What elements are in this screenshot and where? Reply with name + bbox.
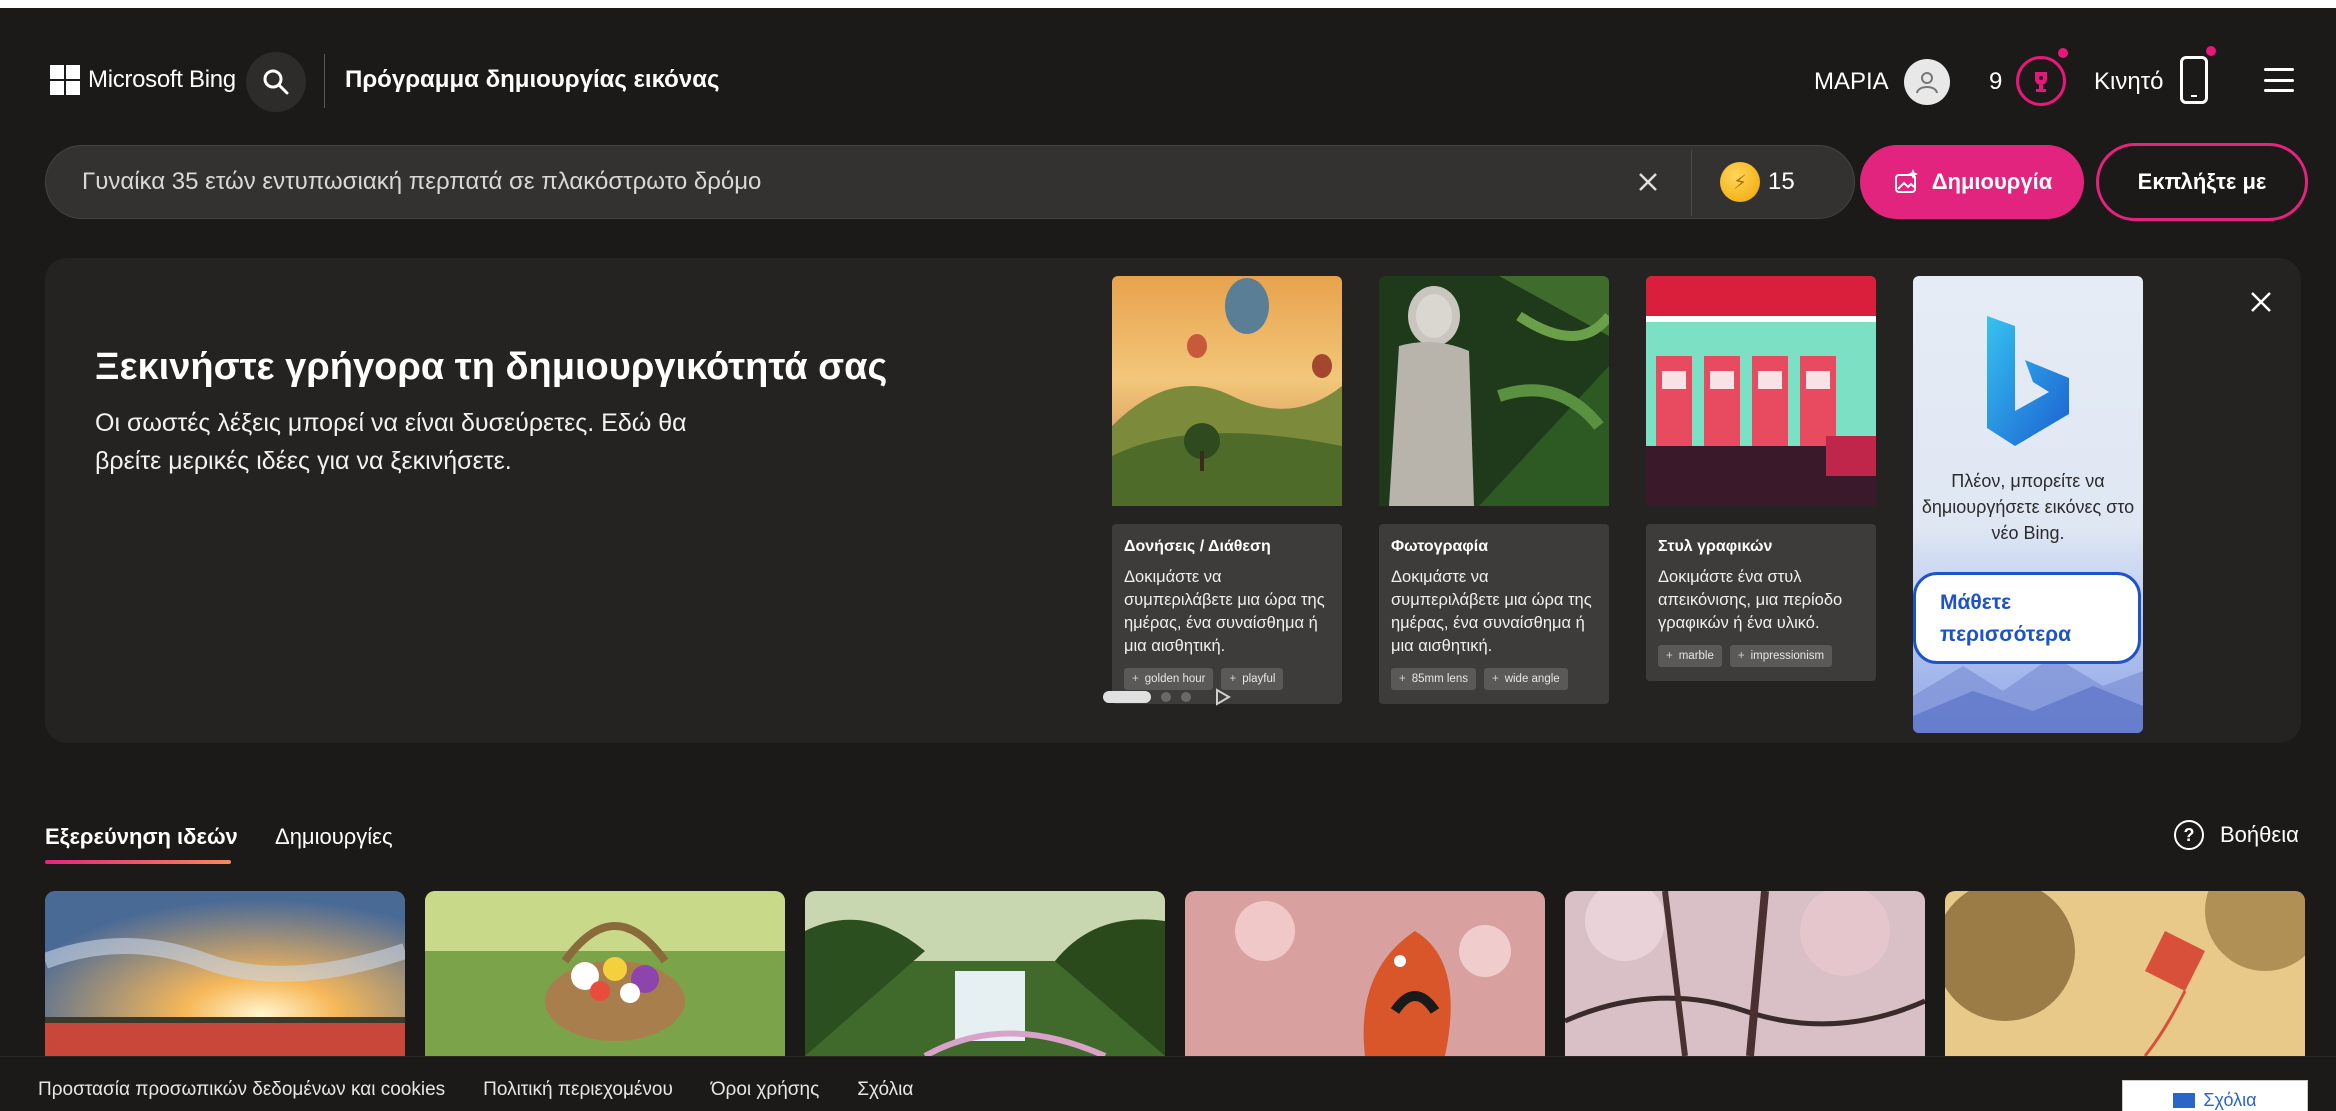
idea-chip[interactable]: + wide angle: [1483, 668, 1568, 690]
idea-chip[interactable]: + impressionism: [1729, 645, 1833, 667]
close-panel-button[interactable]: [2241, 282, 2281, 322]
trophy-icon: [2035, 72, 2047, 92]
surprise-me-button[interactable]: Εκπλήξτε με: [2096, 143, 2308, 221]
rewards-button[interactable]: [2016, 56, 2066, 106]
search-button[interactable]: [246, 52, 306, 112]
boost-count[interactable]: 15: [1768, 168, 1795, 196]
tab-creations[interactable]: Δημιουργίες: [275, 824, 393, 850]
search-icon: [263, 69, 289, 95]
idea-card-heading: Στυλ γραφικών: [1658, 538, 1773, 555]
idea-chip[interactable]: + marble: [1658, 645, 1722, 667]
footer-link-terms[interactable]: Όροι χρήσης: [711, 1079, 819, 1101]
gallery-tile-cherry-blossom[interactable]: [1565, 891, 1925, 1056]
prompt-input[interactable]: Γυναίκα 35 ετών εντυπωσιακή περπατά σε π…: [45, 145, 1855, 219]
idea-card-heading: Δονήσεις / Διάθεση: [1124, 538, 1271, 555]
promo-text: Πλέον, μπορείτε να δημιουργήσετε εικόνες…: [1921, 471, 2135, 543]
create-button[interactable]: Δημιουργία: [1860, 145, 2084, 219]
carousel-dots[interactable]: [1103, 688, 1231, 706]
user-icon: [1916, 72, 1938, 94]
bing-logo-icon: [1987, 316, 2069, 446]
reward-count[interactable]: 9: [1989, 68, 2002, 96]
header-divider: [324, 54, 325, 108]
idea-chip[interactable]: +85mm lens: [1391, 668, 1476, 690]
idea-chip[interactable]: + golden hour: [1124, 668, 1214, 690]
help-link[interactable]: ? Βοήθεια: [2174, 820, 2299, 850]
help-label: Βοήθεια: [2220, 822, 2299, 847]
user-name[interactable]: ΜΑΡΙΑ: [1814, 68, 1889, 96]
page-title: Πρόγραμμα δημιουργίας εικόνας: [345, 66, 720, 93]
tab-explore-ideas[interactable]: Εξερεύνηση ιδεών: [45, 824, 238, 850]
carousel-next-icon[interactable]: [1215, 688, 1231, 706]
idea-card-description: Δοκιμάστε ένα στυλ απεικόνισης, μια περί…: [1658, 568, 1843, 632]
learn-more-button[interactable]: Μάθετε περισσότερα: [1913, 572, 2141, 664]
close-icon: [2251, 292, 2271, 312]
idea-card-graphic-style[interactable]: Στυλ γραφικών Δοκιμάστε ένα στυλ απεικόν…: [1646, 276, 1876, 681]
rewards-notification-dot: [2058, 48, 2068, 58]
active-tab-indicator: [45, 860, 231, 864]
carousel-dot[interactable]: [1161, 692, 1171, 702]
idea-chip[interactable]: + playful: [1221, 668, 1284, 690]
idea-card-description: Δοκιμάστε να συμπεριλάβετε μια ώρα της η…: [1124, 568, 1325, 655]
microsoft-logo-icon: [50, 65, 80, 95]
carousel-dot[interactable]: [1181, 692, 1191, 702]
mobile-icon[interactable]: [2180, 56, 2208, 104]
close-icon: [1639, 173, 1657, 191]
chat-icon: [2173, 1092, 2196, 1108]
gallery-tile-butterfly[interactable]: [1185, 891, 1545, 1056]
idea-card-body: Δονήσεις / Διάθεση Δοκιμάστε να συμπεριλ…: [1112, 524, 1342, 704]
footer-link-feedback[interactable]: Σχόλια: [857, 1079, 913, 1101]
idea-card-image: [1112, 276, 1342, 506]
header: Microsoft Bing Πρόγραμμα δημιουργίας εικ…: [0, 8, 2336, 138]
idea-card-body: Φωτογραφία Δοκιμάστε να συμπεριλάβετε μι…: [1379, 524, 1609, 704]
feedback-button[interactable]: Σχόλια: [2122, 1080, 2308, 1111]
window-top-strip: [0, 0, 2336, 8]
carousel-dot-active[interactable]: [1103, 691, 1151, 703]
coin-icon[interactable]: ⚡: [1720, 162, 1760, 202]
menu-icon[interactable]: [2264, 68, 2294, 92]
idea-card-photography[interactable]: Φωτογραφία Δοκιμάστε να συμπεριλάβετε μι…: [1379, 276, 1609, 704]
gallery-tile-sunrise[interactable]: [45, 891, 405, 1056]
gallery-tile-flower-basket[interactable]: [425, 891, 785, 1056]
idea-card-description: Δοκιμάστε να συμπεριλάβετε μια ώρα της η…: [1391, 568, 1592, 655]
gallery-tile-kite[interactable]: [1945, 891, 2305, 1056]
idea-card-image: [1646, 276, 1876, 506]
avatar[interactable]: [1904, 59, 1950, 105]
clear-prompt-button[interactable]: [1626, 160, 1670, 204]
help-icon: ?: [2174, 820, 2204, 850]
new-bing-promo: Πλέον, μπορείτε να δημιουργήσετε εικόνες…: [1913, 276, 2143, 733]
idea-card-mood[interactable]: Δονήσεις / Διάθεση Δοκιμάστε να συμπεριλ…: [1112, 276, 1342, 704]
learn-more-label: Μάθετε περισσότερα: [1940, 591, 2072, 646]
feedback-label: Σχόλια: [2203, 1089, 2257, 1110]
footer-link-privacy[interactable]: Προστασία προσωπικών δεδομένων και cooki…: [38, 1079, 445, 1101]
hero-subtitle: Οι σωστές λέξεις μπορεί να είναι δυσεύρε…: [95, 409, 687, 475]
hero-title: Ξεκινήστε γρήγορα τη δημιουργικότητά σας: [95, 346, 888, 388]
getting-started-panel: Ξεκινήστε γρήγορα τη δημιουργικότητά σας…: [45, 258, 2301, 743]
bing-logo[interactable]: Microsoft Bing: [50, 60, 236, 100]
create-button-label: Δημιουργία: [1931, 169, 2053, 194]
prompt-text[interactable]: Γυναίκα 35 ετών εντυπωσιακή περπατά σε π…: [82, 168, 761, 196]
surprise-me-label: Εκπλήξτε με: [2137, 169, 2267, 194]
footer-link-content-policy[interactable]: Πολιτική περιεχομένου: [483, 1079, 673, 1101]
prompt-separator: [1691, 150, 1692, 216]
sparkle-image-icon: [1894, 169, 1918, 193]
idea-card-heading: Φωτογραφία: [1391, 538, 1489, 555]
mobile-label[interactable]: Κινητό: [2094, 68, 2164, 96]
footer: Προστασία προσωπικών δεδομένων και cooki…: [0, 1056, 2336, 1111]
mobile-notification-dot: [2206, 46, 2216, 56]
idea-card-body: Στυλ γραφικών Δοκιμάστε ένα στυλ απεικόν…: [1646, 524, 1876, 681]
gallery-tile-waterfall[interactable]: [805, 891, 1165, 1056]
idea-card-image: [1379, 276, 1609, 506]
brand-name: Microsoft Bing: [88, 66, 236, 93]
